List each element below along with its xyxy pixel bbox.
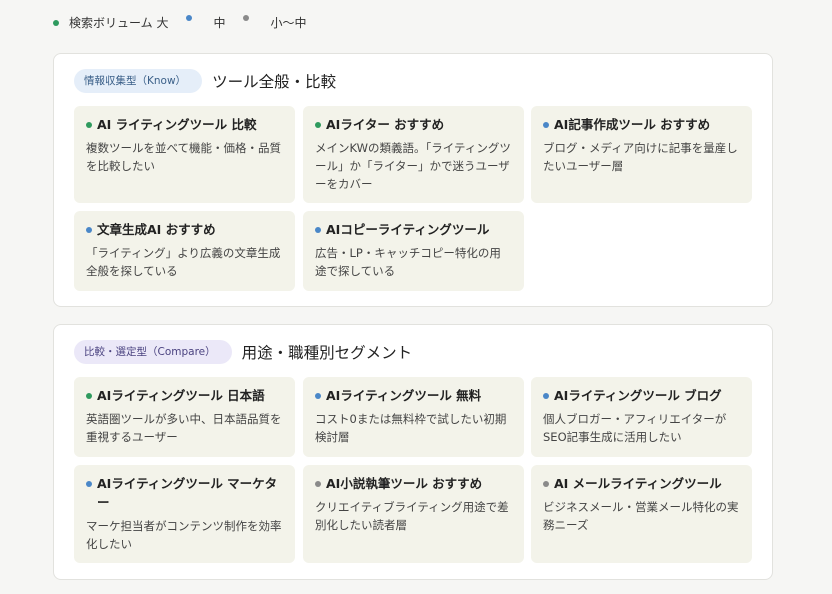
volume-dot xyxy=(86,393,92,399)
keyword-title: AI メールライティングツール xyxy=(554,476,722,491)
volume-dot xyxy=(543,481,549,487)
keyword-card[interactable]: AI小説執筆ツール おすすめ クリエイティブライティング用途で差別化したい読者層 xyxy=(303,465,524,563)
keyword-title: AIライティングツール 日本語 xyxy=(97,388,265,403)
keyword-description: 複数ツールを並べて機能・価格・品質を比較したい xyxy=(86,141,282,173)
section-header: 情報収集型（Know） ツール全般・比較 xyxy=(74,69,336,93)
keyword-title: AI小説執筆ツール おすすめ xyxy=(326,476,483,491)
keyword-card[interactable]: AIライター おすすめ メインKWの類義語。「ライティングツール」か「ライター」… xyxy=(303,106,524,203)
keyword-card[interactable]: AI記事作成ツール おすすめ ブログ・メディア向けに記事を量産したいユーザー層 xyxy=(531,106,752,203)
keyword-card[interactable]: AI メールライティングツール ビジネスメール・営業メール特化の実務ニーズ xyxy=(531,465,752,563)
keyword-description: 個人ブロガー・アフィリエイターがSEO記事生成に活用したい xyxy=(543,412,727,444)
keyword-title: AIライティングツール 無料 xyxy=(326,388,482,403)
keyword-description: コスト0または無料枠で試したい初期検討層 xyxy=(315,412,507,444)
keyword-description: マーケ担当者がコンテンツ制作を効率化したい xyxy=(86,519,282,551)
keyword-card[interactable]: 文章生成AI おすすめ 「ライティング」より広義の文章生成全般を探している xyxy=(74,211,295,291)
volume-dot xyxy=(86,227,92,233)
keyword-description: メインKWの類義語。「ライティングツール」か「ライター」かで迷うユーザーをカバー xyxy=(315,141,511,191)
legend-label-small: 小〜中 xyxy=(270,16,307,30)
keyword-title: 文章生成AI おすすめ xyxy=(97,222,216,237)
section-know: 情報収集型（Know） ツール全般・比較 AI ライティングツール 比較 複数ツ… xyxy=(53,53,773,307)
section-header: 比較・選定型（Compare） 用途・職種別セグメント xyxy=(74,340,412,364)
intent-badge-compare: 比較・選定型（Compare） xyxy=(74,340,232,364)
legend-dot-large xyxy=(53,19,59,26)
keyword-card[interactable]: AIコピーライティングツール 広告・LP・キャッチコピー特化の用途で探している xyxy=(303,211,524,291)
keyword-title: AIライティングツール ブログ xyxy=(554,388,722,403)
legend-item-medium: 中 xyxy=(186,14,225,31)
keyword-card[interactable]: AI ライティングツール 比較 複数ツールを並べて機能・価格・品質を比較したい xyxy=(74,106,295,203)
keyword-description: 「ライティング」より広義の文章生成全般を探している xyxy=(86,246,281,278)
section-title: ツール全般・比較 xyxy=(212,73,337,91)
section-compare: 比較・選定型（Compare） 用途・職種別セグメント AIライティングツール … xyxy=(53,324,773,580)
keyword-card[interactable]: AIライティングツール ブログ 個人ブロガー・アフィリエイターがSEO記事生成に… xyxy=(531,377,752,457)
keyword-title: AIコピーライティングツール xyxy=(326,222,490,237)
legend-item-small: 小〜中 xyxy=(243,14,307,31)
legend-label-medium: 中 xyxy=(213,16,226,30)
keyword-description: 広告・LP・キャッチコピー特化の用途で探している xyxy=(315,246,501,278)
volume-dot xyxy=(315,481,321,487)
legend-dot-medium xyxy=(186,14,193,21)
keyword-title: AIライター おすすめ xyxy=(326,117,445,132)
legend-label-large: 検索ボリューム 大 xyxy=(69,16,169,30)
volume-dot xyxy=(86,122,92,128)
legend-item-large: 検索ボリューム 大 xyxy=(53,14,168,31)
volume-dot xyxy=(315,122,321,128)
keyword-card[interactable]: AIライティングツール 日本語 英語圏ツールが多い中、日本語品質を重視するユーザ… xyxy=(74,377,295,457)
volume-dot xyxy=(315,393,321,399)
legend-dot-small xyxy=(243,14,250,21)
keyword-title: AI記事作成ツール おすすめ xyxy=(554,117,711,132)
volume-legend: 検索ボリューム 大 中 小〜中 xyxy=(53,14,325,31)
keyword-description: ビジネスメール・営業メール特化の実務ニーズ xyxy=(543,500,739,532)
keyword-description: ブログ・メディア向けに記事を量産したいユーザー層 xyxy=(543,141,738,173)
keyword-description: 英語圏ツールが多い中、日本語品質を重視するユーザー xyxy=(86,412,282,444)
keyword-title: AI ライティングツール 比較 xyxy=(97,117,257,132)
keyword-title: AIライティングツール マーケター xyxy=(97,476,278,510)
keyword-card[interactable]: AIライティングツール 無料 コスト0または無料枠で試したい初期検討層 xyxy=(303,377,524,457)
section-title: 用途・職種別セグメント xyxy=(241,344,413,362)
keyword-card[interactable]: AIライティングツール マーケター マーケ担当者がコンテンツ制作を効率化したい xyxy=(74,465,295,563)
intent-badge-know: 情報収集型（Know） xyxy=(74,69,203,93)
volume-dot xyxy=(543,122,549,128)
volume-dot xyxy=(315,227,321,233)
volume-dot xyxy=(86,481,92,487)
keyword-description: クリエイティブライティング用途で差別化したい読者層 xyxy=(315,500,509,532)
volume-dot xyxy=(543,393,549,399)
